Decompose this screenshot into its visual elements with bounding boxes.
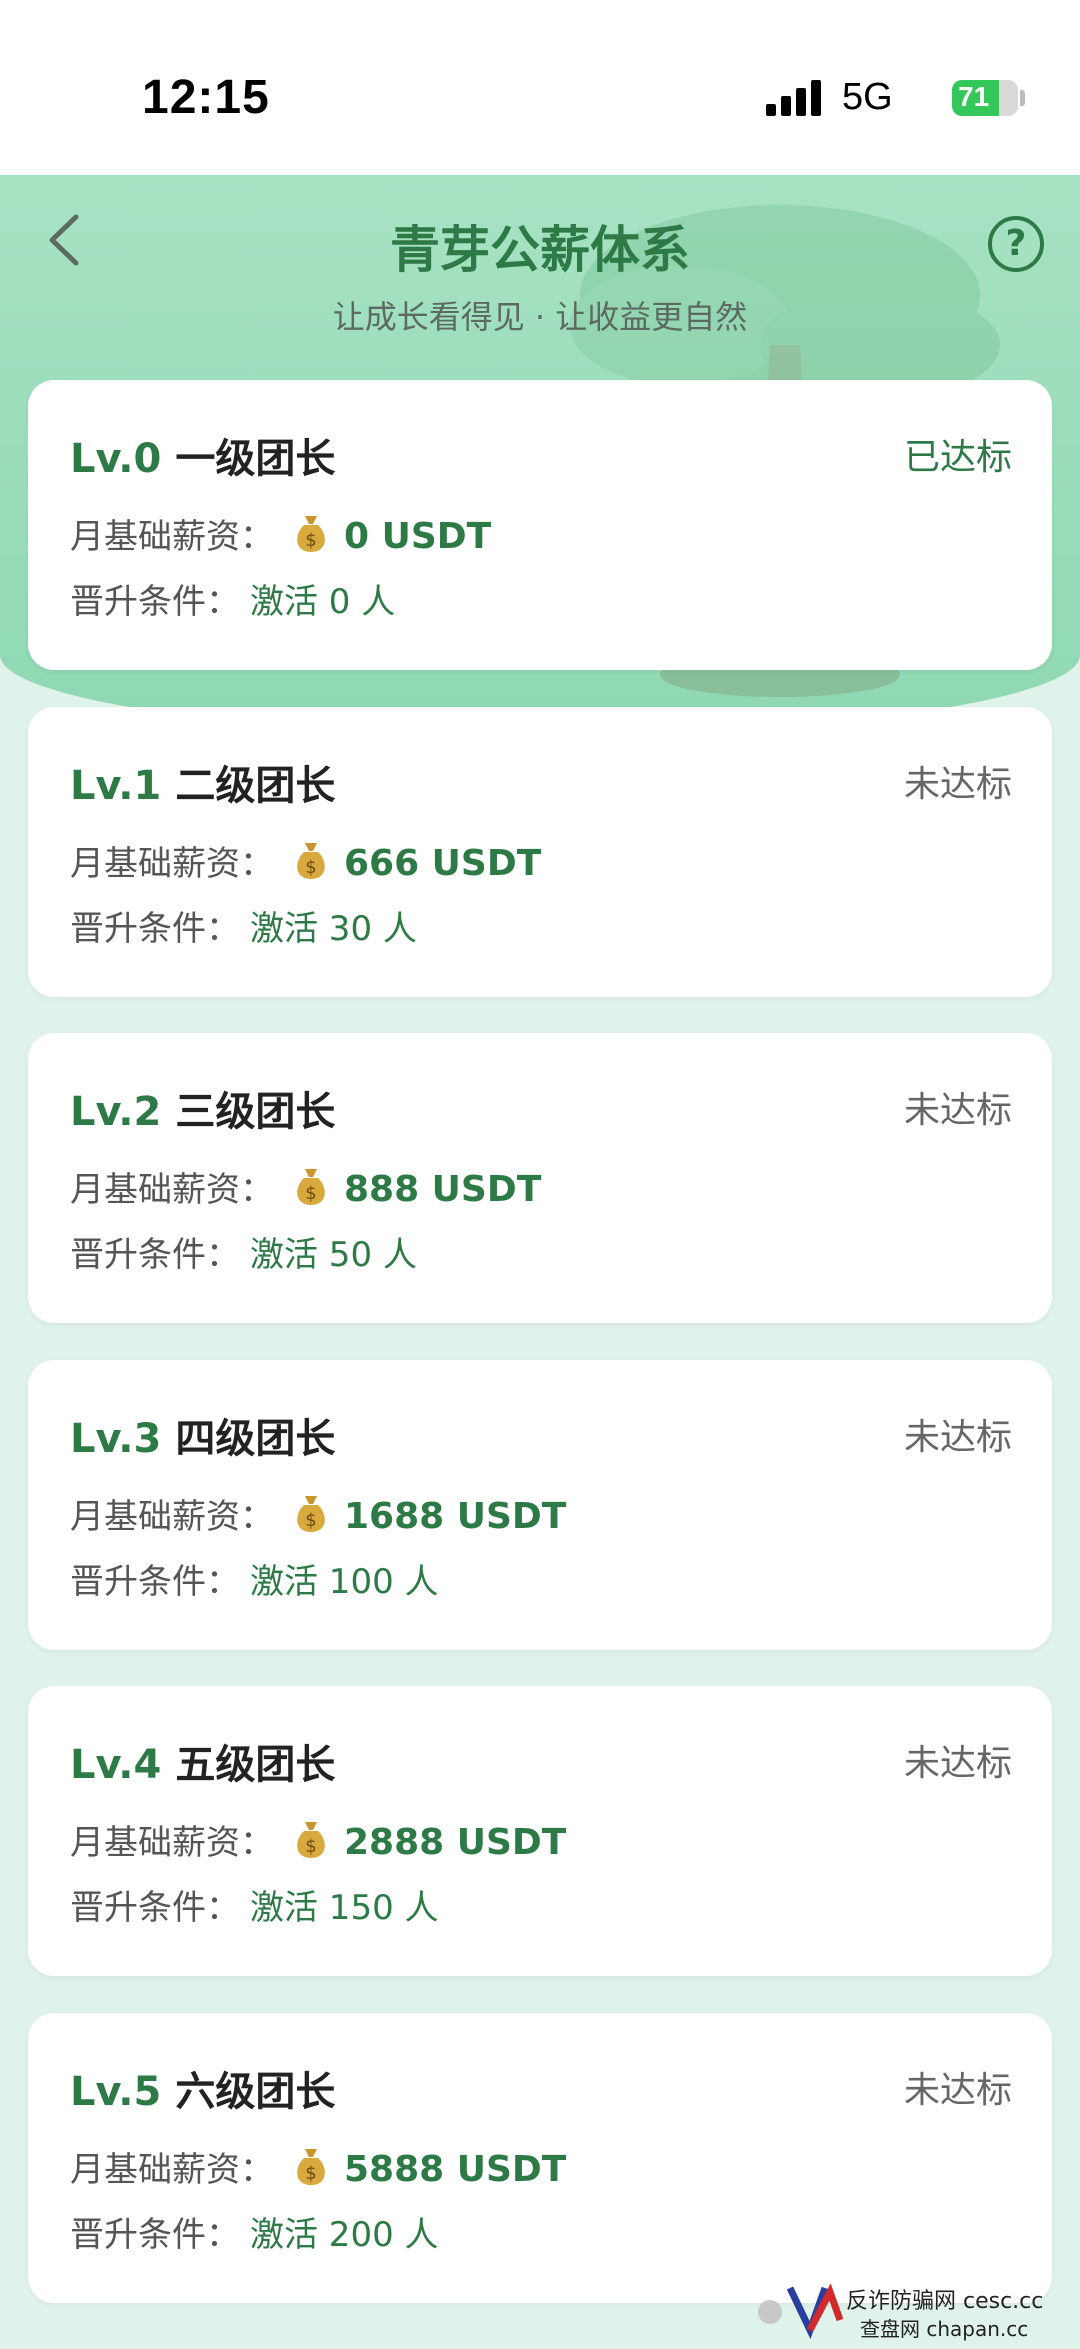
svg-text:$: $: [305, 530, 316, 551]
condition-row: 晋升条件： 激活 50 人: [70, 1227, 417, 1275]
help-button[interactable]: ?: [988, 216, 1044, 272]
salary-amount: 5888 USDT: [344, 2149, 567, 2190]
battery-cap: [1020, 90, 1025, 106]
page-title: 青芽公薪体系: [390, 221, 690, 279]
level-card-lv3: Lv.3 四级团长 未达标 月基础薪资： $1688 USDT 晋升条件： 激活 10…: [28, 1360, 1052, 1650]
svg-text:$: $: [305, 857, 316, 878]
money-bag-icon: $: [294, 841, 328, 881]
signal-icon: [766, 80, 826, 116]
money-bag-icon: $: [294, 514, 328, 554]
battery-level: 71: [958, 81, 990, 112]
status-badge: 未达标: [903, 764, 1012, 805]
level-code-text: Lv.3: [70, 1416, 162, 1462]
level-name: 一级团长: [175, 436, 336, 482]
salary-row: 月基础薪资： $666 USDT: [70, 835, 541, 884]
condition-row: 晋升条件： 激活 0 人: [70, 574, 395, 622]
money-bag-icon: $: [294, 1820, 328, 1860]
level-name: 三级团长: [175, 1089, 336, 1135]
salary-row: 月基础薪资： $1688 USDT: [70, 1488, 566, 1537]
condition-label: 晋升条件：: [70, 909, 240, 949]
svg-text:查盘网 chapan.cc: 查盘网 chapan.cc: [860, 2317, 1028, 2341]
condition-row: 晋升条件： 激活 200 人: [70, 2207, 439, 2255]
condition-label: 晋升条件：: [70, 582, 240, 622]
level-name: 四级团长: [175, 1416, 336, 1462]
level-card-lv1: Lv.1 二级团长 未达标 月基础薪资： $666 USDT 晋升条件： 激活 30 …: [28, 707, 1052, 997]
salary-label: 月基础薪资：: [70, 2150, 274, 2190]
salary-amount: 666 USDT: [344, 843, 542, 884]
condition-row: 晋升条件： 激活 30 人: [70, 901, 417, 949]
level-code-text: Lv.2: [70, 1089, 162, 1135]
level-code-text: Lv.5: [70, 2069, 162, 2115]
svg-text:$: $: [305, 1836, 316, 1857]
status-badge: 未达标: [903, 2070, 1012, 2111]
salary-amount: 2888 USDT: [344, 1822, 567, 1863]
money-bag-icon: $: [294, 1494, 328, 1534]
condition-value: 激活 50 人: [250, 1235, 417, 1275]
network-type: 5G: [842, 76, 893, 118]
level-code: Lv.1 二级团长: [70, 753, 335, 811]
salary-amount: 888 USDT: [344, 1169, 542, 1210]
status-badge: 未达标: [903, 1743, 1012, 1784]
level-code: Lv.5 六级团长: [70, 2059, 335, 2117]
level-code: Lv.4 五级团长: [70, 1732, 335, 1790]
condition-value: 激活 0 人: [250, 582, 396, 622]
salary-row: 月基础薪资： $2888 USDT: [70, 1814, 566, 1863]
level-card-lv0: Lv.0 一级团长 已达标 月基础薪资： $0 USDT 晋升条件： 激活 0 人: [28, 380, 1052, 670]
level-code-text: Lv.1: [70, 763, 162, 809]
svg-text:$: $: [305, 2163, 316, 2184]
level-code: Lv.2 三级团长: [70, 1079, 335, 1137]
page-subtitle: 让成长看得见 · 让收益更自然: [332, 298, 748, 336]
battery-icon: 71: [952, 80, 1018, 116]
salary-amount: 0 USDT: [344, 516, 492, 557]
condition-row: 晋升条件： 激活 100 人: [70, 1554, 439, 1602]
salary-label: 月基础薪资：: [70, 1497, 274, 1537]
svg-text:$: $: [305, 1183, 316, 1204]
level-code: Lv.3 四级团长: [70, 1406, 335, 1464]
condition-value: 激活 150 人: [250, 1888, 439, 1928]
money-bag-icon: $: [294, 2147, 328, 2187]
salary-amount: 1688 USDT: [344, 1496, 567, 1537]
salary-row: 月基础薪资： $0 USDT: [70, 508, 491, 557]
salary-label: 月基础薪资：: [70, 1170, 274, 1210]
status-badge: 已达标: [903, 437, 1012, 478]
level-name: 五级团长: [175, 1742, 336, 1788]
level-card-lv4: Lv.4 五级团长 未达标 月基础薪资： $2888 USDT 晋升条件： 激活 15…: [28, 1686, 1052, 1976]
condition-row: 晋升条件： 激活 150 人: [70, 1880, 439, 1928]
level-code: Lv.0 一级团长: [70, 426, 335, 484]
salary-label: 月基础薪资：: [70, 517, 274, 557]
condition-value: 激活 200 人: [250, 2215, 439, 2255]
condition-label: 晋升条件：: [70, 1888, 240, 1928]
salary-label: 月基础薪资：: [70, 844, 274, 884]
salary-label: 月基础薪资：: [70, 1823, 274, 1863]
status-bar: 12:15 5G 71: [0, 0, 1080, 175]
condition-label: 晋升条件：: [70, 1562, 240, 1602]
condition-value: 激活 100 人: [250, 1562, 439, 1602]
level-name: 二级团长: [175, 763, 336, 809]
salary-row: 月基础薪资： $888 USDT: [70, 1161, 541, 1210]
condition-label: 晋升条件：: [70, 1235, 240, 1275]
salary-row: 月基础薪资： $5888 USDT: [70, 2141, 566, 2190]
status-badge: 未达标: [903, 1417, 1012, 1458]
status-time: 12:15: [142, 71, 270, 124]
watermark-logo: 反诈防骗网 cesc.cc 查盘网 chapan.cc: [750, 2270, 1080, 2345]
level-card-lv5: Lv.5 六级团长 未达标 月基础薪资： $5888 USDT 晋升条件： 激活 20…: [28, 2013, 1052, 2303]
level-card-lv2: Lv.2 三级团长 未达标 月基础薪资： $888 USDT 晋升条件： 激活 50 …: [28, 1033, 1052, 1323]
question-circle-icon: ?: [1005, 223, 1027, 264]
condition-value: 激活 30 人: [250, 909, 417, 949]
condition-label: 晋升条件：: [70, 2215, 240, 2255]
svg-text:反诈防骗网 cesc.cc: 反诈防骗网 cesc.cc: [846, 2289, 1043, 2314]
money-bag-icon: $: [294, 1167, 328, 1207]
level-code-text: Lv.0: [70, 436, 162, 482]
level-code-text: Lv.4: [70, 1742, 162, 1788]
level-name: 六级团长: [175, 2069, 336, 2115]
svg-text:$: $: [305, 1510, 316, 1531]
status-badge: 未达标: [903, 1090, 1012, 1131]
